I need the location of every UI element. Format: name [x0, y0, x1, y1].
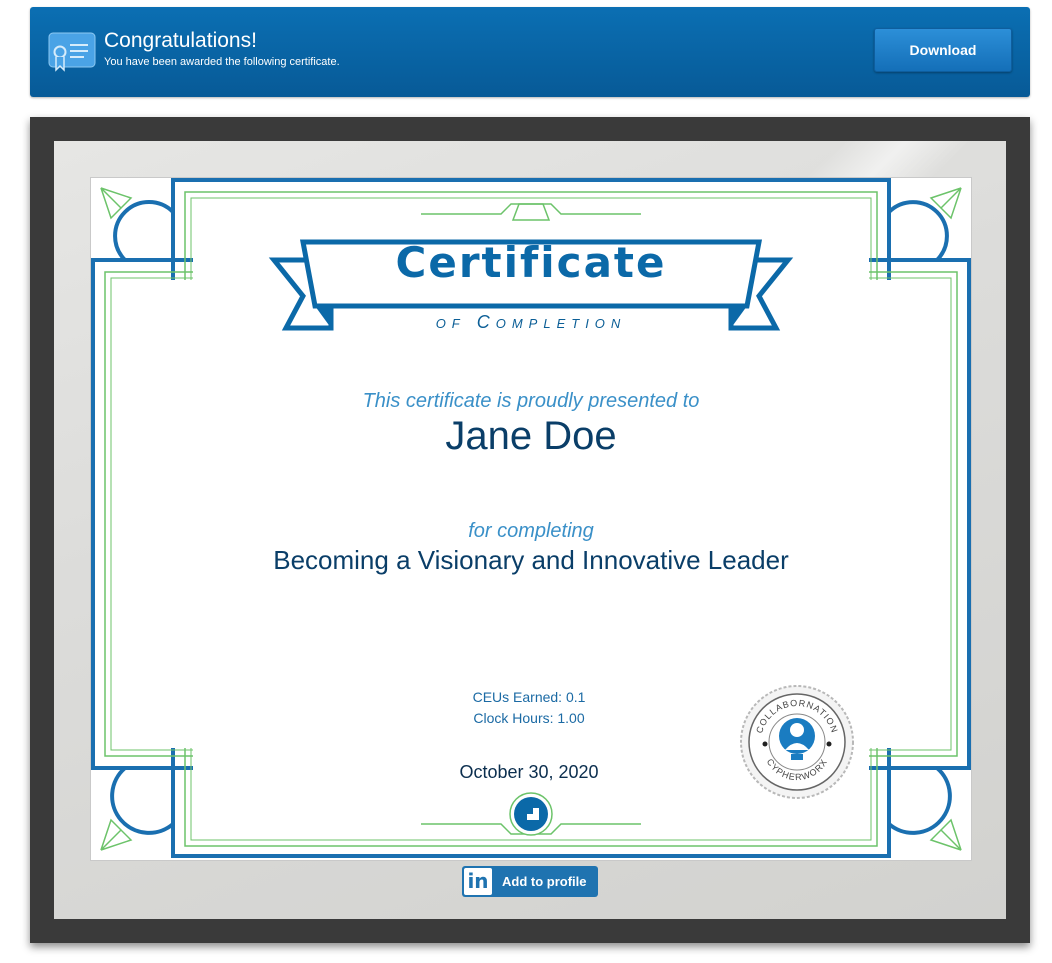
download-button[interactable]: Download: [874, 28, 1012, 72]
banner-subtitle: You have been awarded the following cert…: [104, 56, 340, 68]
congratulations-banner: Congratulations! You have been awarded t…: [30, 7, 1030, 97]
certificate-icon: [48, 32, 96, 72]
banner-title: Congratulations!: [104, 29, 257, 52]
collabornation-seal: COLLABORNATION CYPHERWORX: [740, 685, 854, 799]
course-title: Becoming a Visionary and Innovative Lead…: [273, 545, 789, 575]
certificate-subheading: of Completion: [435, 312, 627, 332]
for-completing-text: for completing: [468, 520, 594, 542]
certificate-frame: Certificate of Completion This certifica…: [30, 117, 1030, 943]
linkedin-icon: in: [464, 868, 492, 895]
presented-text: This certificate is proudly presented to: [362, 390, 700, 412]
add-to-linkedin-button[interactable]: in Add to profile: [462, 866, 598, 897]
recipient-name: Jane Doe: [445, 414, 617, 458]
certificate-paper: Certificate of Completion This certifica…: [90, 177, 972, 861]
cypherworx-logo: [509, 792, 553, 836]
add-to-profile-label: Add to profile: [502, 874, 587, 889]
certificate-mat: Certificate of Completion This certifica…: [54, 141, 1006, 919]
certificate-heading: Certificate: [395, 238, 667, 287]
